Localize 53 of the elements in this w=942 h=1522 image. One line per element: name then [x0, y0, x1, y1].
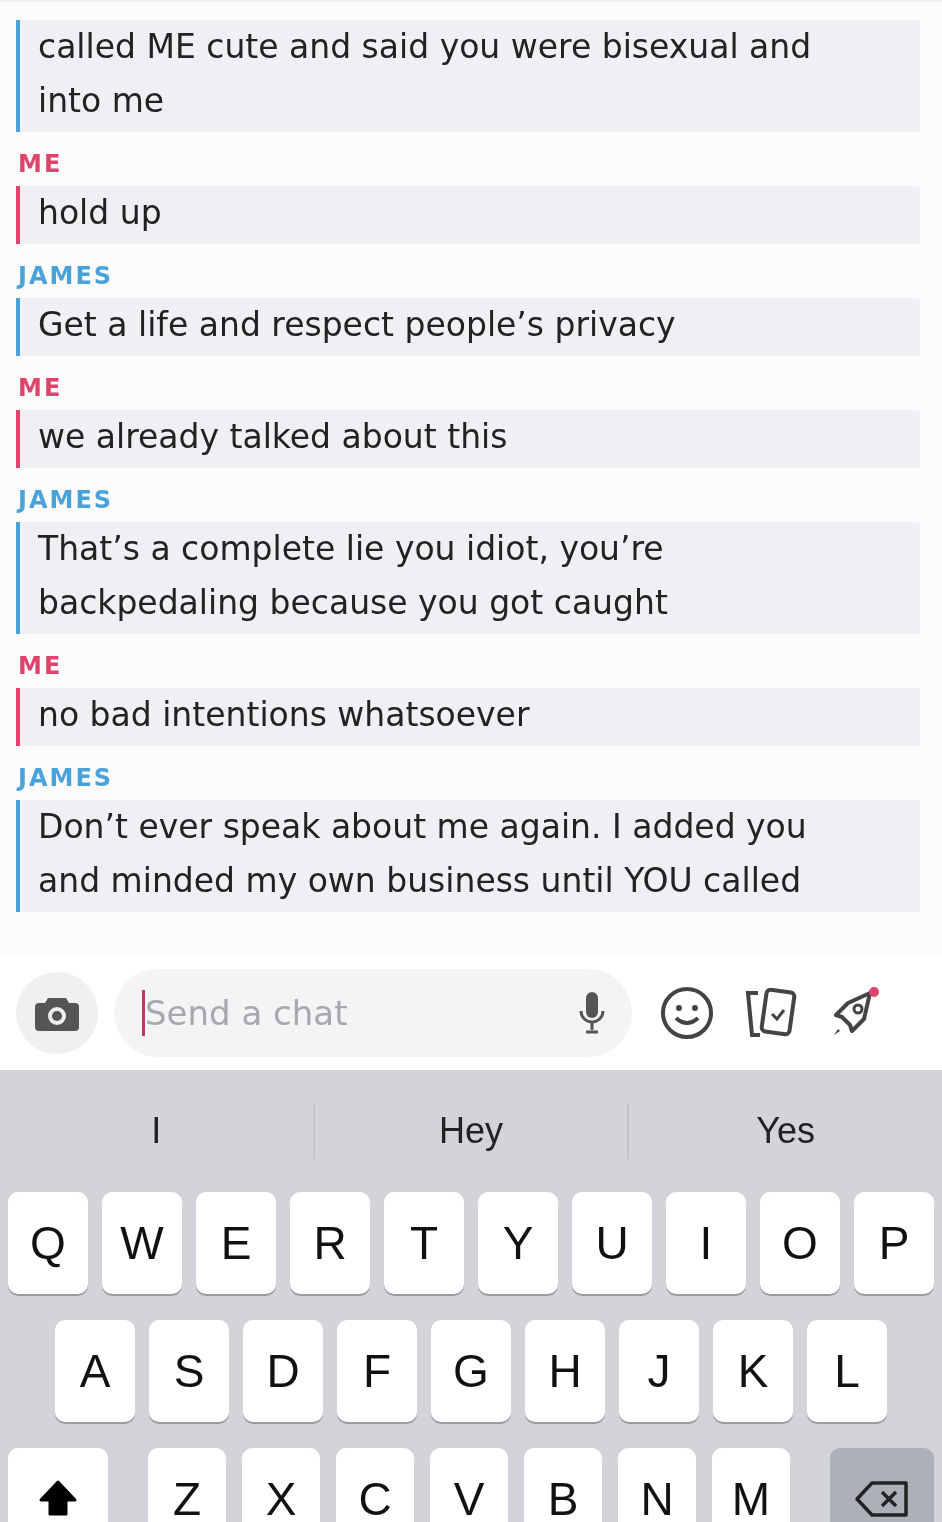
sender-name: JAMES	[18, 486, 115, 514]
shift-key[interactable]	[8, 1448, 108, 1522]
message-text: we already talked about this	[38, 416, 508, 458]
keyboard-key[interactable]: J	[619, 1320, 699, 1422]
keyboard-key[interactable]: Z	[148, 1448, 226, 1522]
keyboard-key[interactable]: F	[337, 1320, 417, 1422]
message-text: no bad intentions whatsoever	[38, 694, 530, 736]
keyboard-key[interactable]: X	[242, 1448, 320, 1522]
keyboard-key[interactable]: E	[196, 1192, 276, 1294]
suggestion[interactable]: I	[0, 1110, 313, 1152]
message-text: That’s a complete lie you idiot, you’re	[38, 528, 665, 570]
keyboard-key[interactable]: A	[55, 1320, 135, 1422]
keyboard-key[interactable]: B	[524, 1448, 602, 1522]
message-text: called ME cute and said you were bisexual and	[38, 26, 812, 68]
microphone-icon[interactable]	[578, 990, 606, 1035]
suggestion[interactable]: Yes	[629, 1110, 942, 1152]
keyboard-key[interactable]: I	[666, 1192, 746, 1294]
shift-arrow-icon	[38, 1479, 78, 1519]
keyboard-key[interactable]: K	[713, 1320, 793, 1422]
keyboard-key[interactable]: R	[290, 1192, 370, 1294]
message-text: and minded my own business until YOU called	[38, 860, 803, 902]
delete-key[interactable]	[830, 1448, 934, 1522]
keyboard-key[interactable]: D	[243, 1320, 323, 1422]
message-text: Get a life and respect people’s privacy	[38, 304, 676, 346]
message-text: Don’t ever speak about me again. I added you	[38, 806, 807, 848]
keyboard-key[interactable]: O	[760, 1192, 840, 1294]
chat-input[interactable]: Send a chat	[145, 992, 578, 1033]
message-text: hold up	[38, 192, 162, 234]
keyboard-key[interactable]: M	[712, 1448, 790, 1522]
keyboard-key[interactable]: S	[149, 1320, 229, 1422]
sender-name: ME	[18, 652, 64, 680]
keyboard-key[interactable]: C	[336, 1448, 414, 1522]
keyboard-key[interactable]: G	[431, 1320, 511, 1422]
backspace-icon	[854, 1479, 910, 1519]
sender-name: ME	[18, 374, 64, 402]
smiley-icon[interactable]	[660, 985, 714, 1040]
keyboard-key[interactable]: N	[618, 1448, 696, 1522]
message-text: into me	[38, 80, 166, 122]
sender-name: JAMES	[18, 764, 115, 792]
keyboard-key[interactable]: P	[854, 1192, 934, 1294]
keyboard-key[interactable]: Y	[478, 1192, 558, 1294]
keyboard-key[interactable]: V	[430, 1448, 508, 1522]
keyboard-key[interactable]: T	[384, 1192, 464, 1294]
keyboard-key[interactable]: H	[525, 1320, 605, 1422]
keyboard-key[interactable]: L	[807, 1320, 887, 1422]
keyboard-key[interactable]: W	[102, 1192, 182, 1294]
suggestion[interactable]: Hey	[314, 1110, 628, 1152]
keyboard-key[interactable]: Q	[8, 1192, 88, 1294]
keyboard-key[interactable]: U	[572, 1192, 652, 1294]
sender-name: ME	[18, 150, 64, 178]
sender-name: JAMES	[18, 262, 115, 290]
chat-input-field[interactable]: Send a chat	[114, 968, 632, 1057]
message-text: backpedaling because you got caught	[38, 582, 668, 624]
